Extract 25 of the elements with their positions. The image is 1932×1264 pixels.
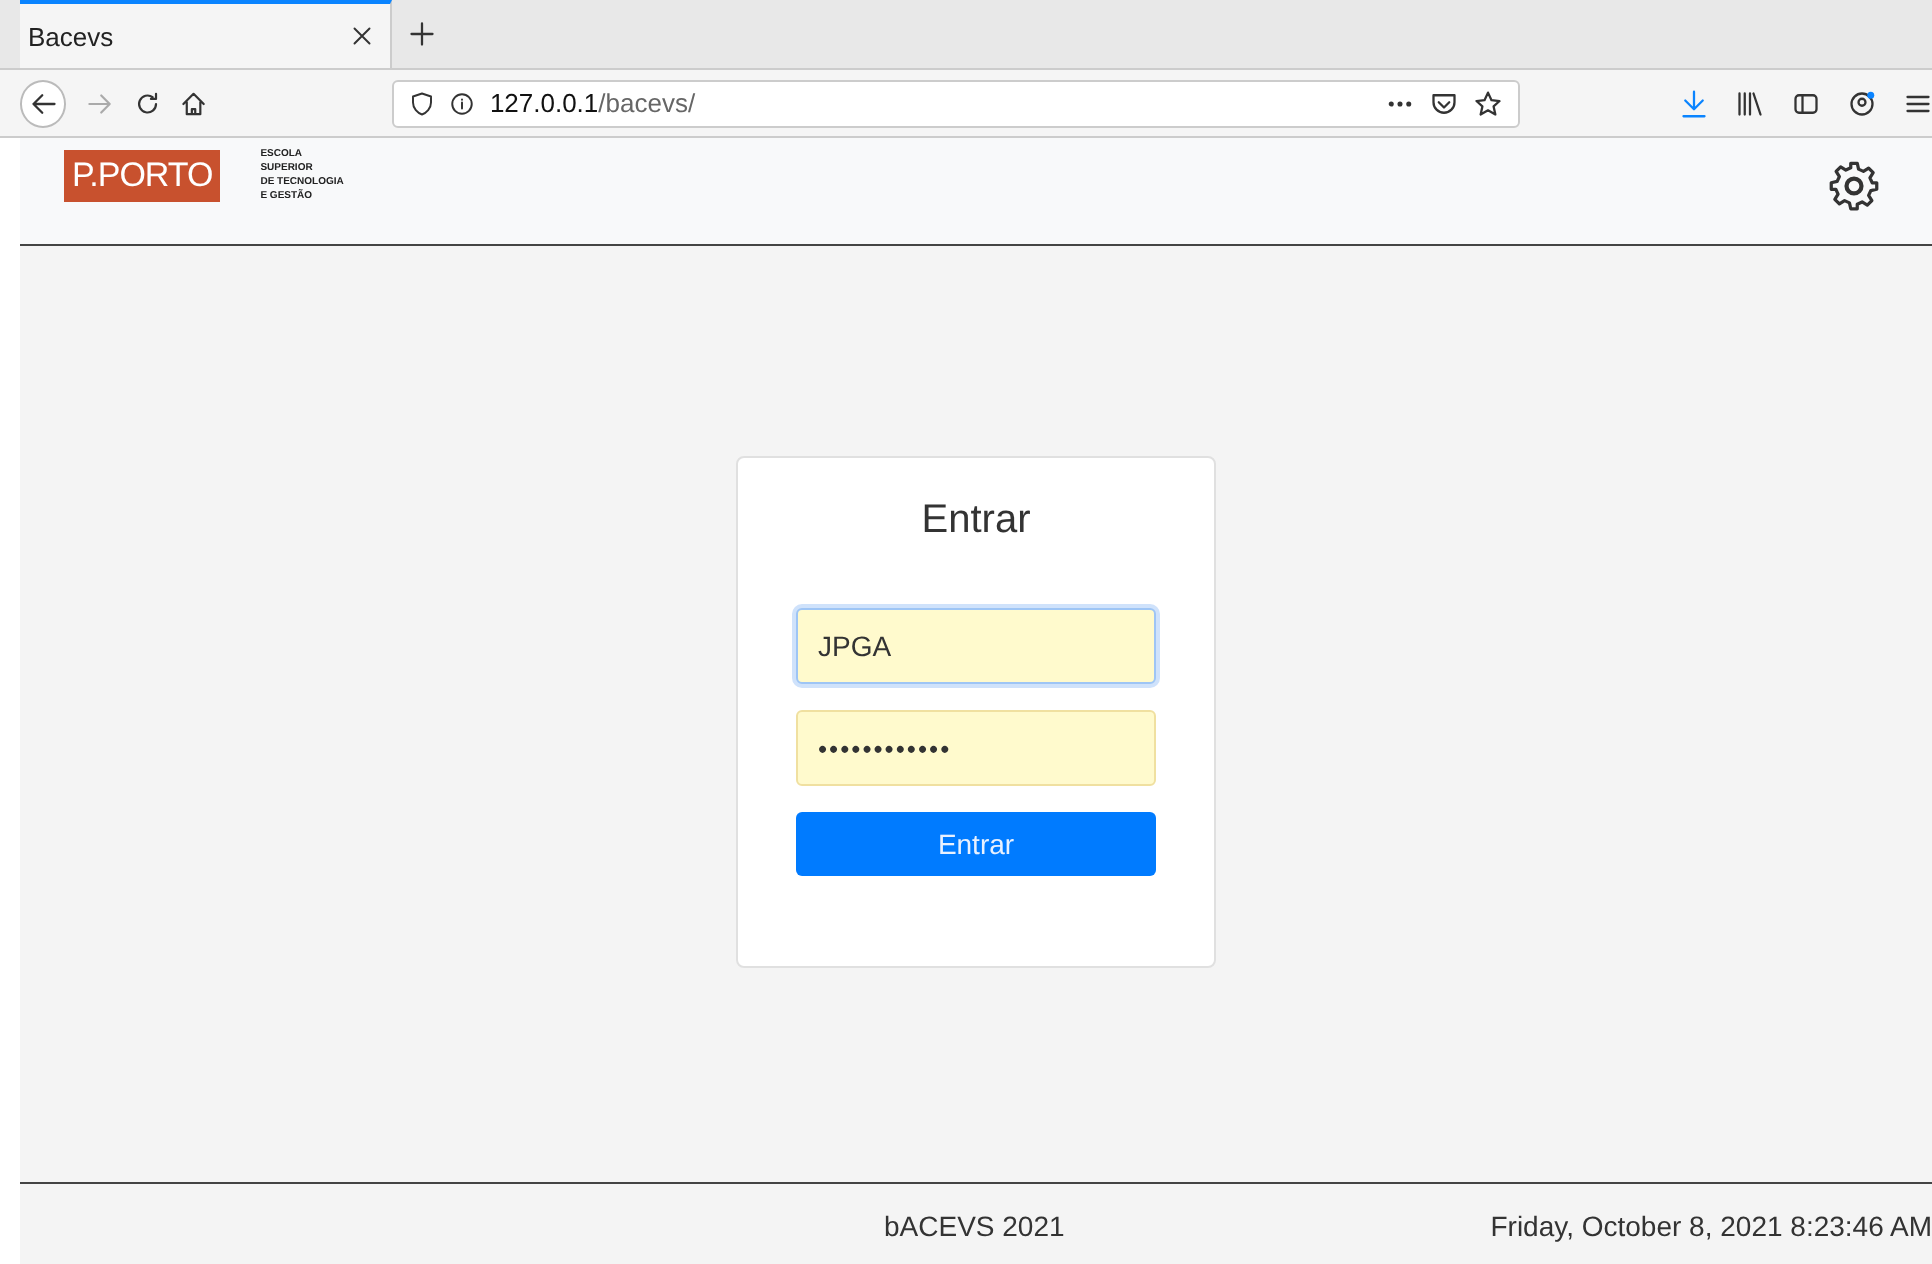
browser-tab[interactable]: Bacevs bbox=[20, 0, 392, 68]
login-title: Entrar bbox=[921, 498, 1031, 544]
address-bar[interactable]: 127.0.0.1/bacevs/ bbox=[391, 79, 1520, 127]
footer-brand: bACEVS 2021 bbox=[884, 1209, 1065, 1241]
back-button[interactable] bbox=[20, 79, 67, 127]
logo: P.PORTO bbox=[64, 150, 221, 202]
reload-icon[interactable] bbox=[133, 89, 161, 117]
password-field[interactable]: •••••••••••• bbox=[796, 710, 1156, 786]
shield-icon[interactable] bbox=[409, 91, 434, 115]
home-icon[interactable] bbox=[180, 89, 208, 117]
username-field[interactable]: JPGA bbox=[796, 608, 1156, 684]
plus-icon[interactable] bbox=[408, 20, 436, 48]
arrow-left-icon[interactable] bbox=[29, 89, 58, 117]
settings-icon[interactable] bbox=[1828, 160, 1880, 212]
info-icon[interactable] bbox=[449, 91, 474, 115]
footer-datetime: Friday, October 8, 2021 8:23:46 AM bbox=[1490, 1209, 1932, 1241]
download-icon[interactable] bbox=[1679, 89, 1708, 117]
star-icon[interactable] bbox=[1473, 89, 1502, 117]
login-button[interactable]: Entrar bbox=[796, 812, 1156, 876]
account-icon[interactable] bbox=[1847, 89, 1876, 117]
library-icon[interactable] bbox=[1735, 89, 1764, 117]
sidebar-icon[interactable] bbox=[1791, 89, 1820, 117]
pocket-icon[interactable] bbox=[1429, 89, 1458, 117]
url-text: 127.0.0.1/bacevs/ bbox=[489, 88, 698, 118]
close-icon[interactable] bbox=[350, 24, 374, 48]
